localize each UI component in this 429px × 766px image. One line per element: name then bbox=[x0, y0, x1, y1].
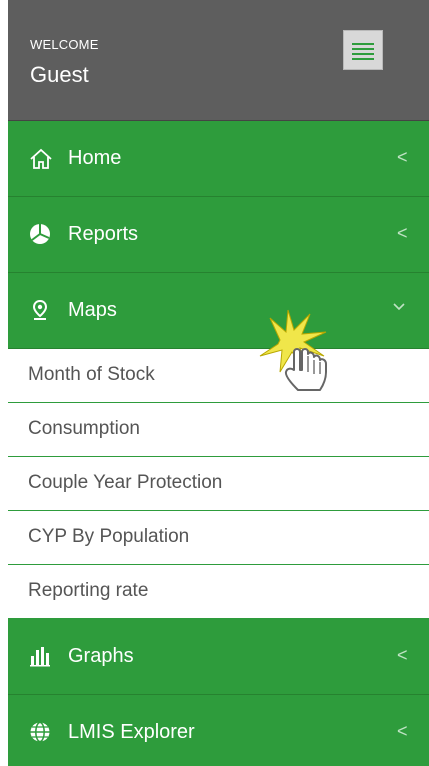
nav-item-label: LMIS Explorer bbox=[68, 721, 195, 743]
submenu-item-reporting-rate[interactable]: Reporting rate bbox=[8, 565, 429, 619]
nav-item-graphs[interactable]: Graphs < bbox=[8, 619, 429, 695]
chevron-left-icon: < bbox=[397, 645, 408, 665]
nav-item-lmis-explorer[interactable]: LMIS Explorer < bbox=[8, 695, 429, 766]
submenu-item-label: CYP By Population bbox=[28, 526, 190, 547]
nav-item-reports[interactable]: Reports < bbox=[8, 197, 429, 273]
globe-icon bbox=[28, 720, 54, 746]
chevron-left-icon: < bbox=[397, 147, 408, 167]
chevron-down-icon bbox=[392, 297, 406, 318]
nav-item-label: Maps bbox=[68, 299, 117, 321]
submenu-item-label: Month of Stock bbox=[28, 364, 155, 385]
hamburger-icon bbox=[352, 43, 374, 45]
submenu-item-label: Consumption bbox=[28, 418, 140, 439]
nav-item-home[interactable]: Home < bbox=[8, 121, 429, 197]
submenu-item-couple-year-protection[interactable]: Couple Year Protection bbox=[8, 457, 429, 511]
submenu-item-label: Couple Year Protection bbox=[28, 472, 223, 493]
chevron-left-icon: < bbox=[397, 721, 408, 741]
pie-chart-icon bbox=[28, 222, 54, 248]
nav-item-label: Graphs bbox=[68, 645, 134, 667]
username: Guest bbox=[30, 62, 89, 87]
nav-item-label: Home bbox=[68, 147, 122, 169]
nav-item-label: Reports bbox=[68, 223, 139, 245]
submenu-item-consumption[interactable]: Consumption bbox=[8, 403, 429, 457]
sidebar-header: WELCOME Guest bbox=[8, 0, 429, 121]
sidebar: WELCOME Guest Home < Reports < Maps Mont… bbox=[8, 0, 429, 766]
submenu-item-cyp-by-population[interactable]: CYP By Population bbox=[8, 511, 429, 565]
menu-toggle-button[interactable] bbox=[343, 30, 383, 70]
maps-submenu: Month of Stock Consumption Couple Year P… bbox=[8, 349, 429, 619]
home-icon bbox=[28, 146, 54, 172]
submenu-item-label: Reporting rate bbox=[28, 580, 149, 601]
bar-chart-icon bbox=[28, 644, 54, 670]
app-frame: WELCOME Guest Home < Reports < Maps Mont… bbox=[0, 0, 429, 766]
welcome-label: WELCOME bbox=[30, 37, 99, 52]
nav-item-maps[interactable]: Maps bbox=[8, 273, 429, 349]
submenu-item-month-of-stock[interactable]: Month of Stock bbox=[8, 349, 429, 403]
map-pin-icon bbox=[28, 298, 54, 324]
chevron-left-icon: < bbox=[397, 223, 408, 243]
